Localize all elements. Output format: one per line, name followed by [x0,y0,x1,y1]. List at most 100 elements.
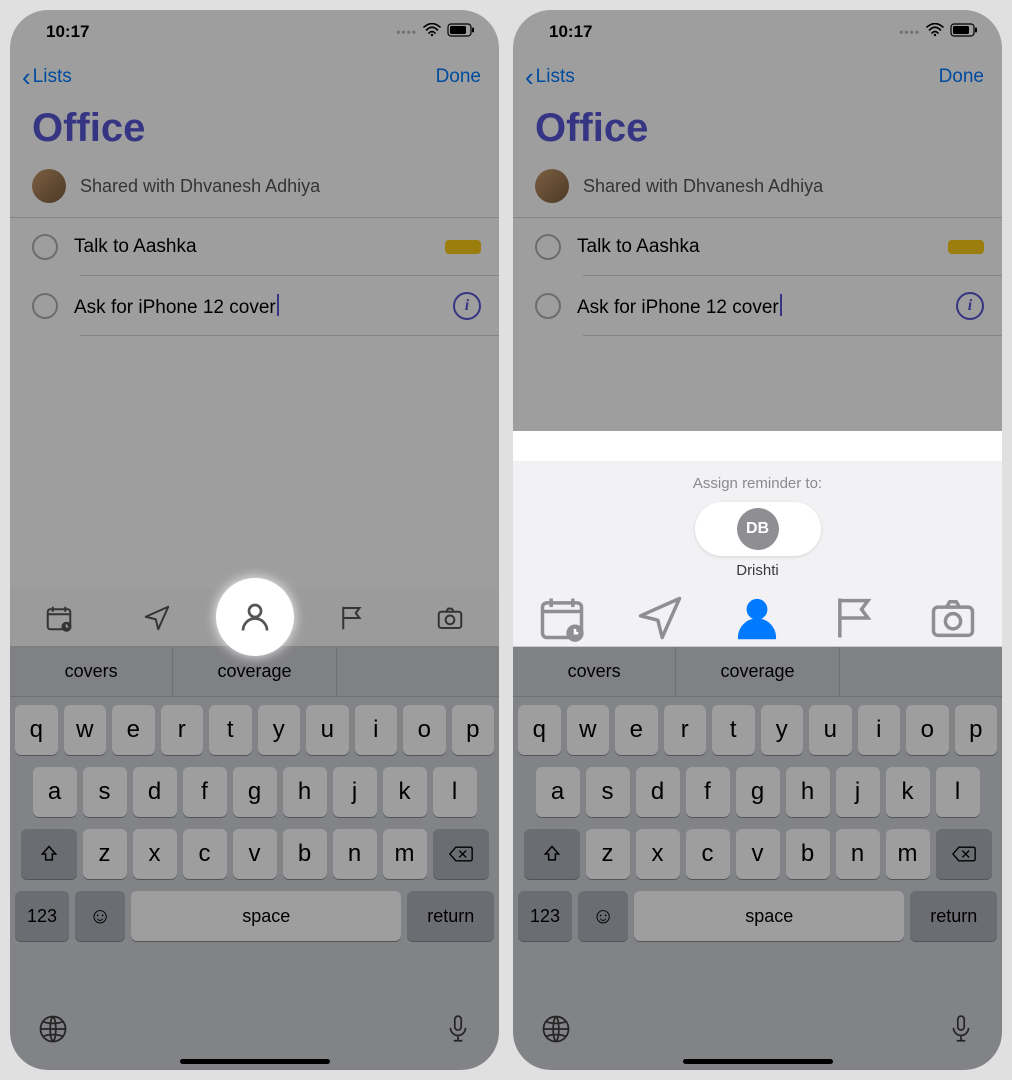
reminder-row-0[interactable]: Talk to Aashka [10,218,499,276]
calendar-button[interactable] [536,592,588,644]
key-a[interactable]: a [33,767,77,817]
key-f[interactable]: f [686,767,730,817]
key-z[interactable]: z [586,829,630,879]
key-space[interactable]: space [131,891,401,941]
key-y[interactable]: y [258,705,301,755]
key-u[interactable]: u [809,705,852,755]
key-x[interactable]: x [133,829,177,879]
reminder-text[interactable]: Talk to Aashka [74,236,429,258]
reminder-text[interactable]: Talk to Aashka [577,236,932,258]
prediction-1[interactable]: coverage [676,647,839,696]
key-123[interactable]: 123 [518,891,572,941]
reminder-row-0[interactable]: Talk to Aashka [513,218,1002,276]
key-j[interactable]: j [333,767,377,817]
key-u[interactable]: u [306,705,349,755]
shared-with-row[interactable]: Shared with Dhvanesh Adhiya [513,161,1002,218]
key-k[interactable]: k [886,767,930,817]
key-d[interactable]: d [636,767,680,817]
done-button[interactable]: Done [436,66,481,88]
assign-person-button[interactable] [731,592,783,644]
assign-option[interactable]: DB [695,502,821,556]
key-g[interactable]: g [233,767,277,817]
home-indicator[interactable] [683,1059,833,1064]
done-button[interactable]: Done [939,66,984,88]
reminder-radio[interactable] [32,293,58,319]
key-b[interactable]: b [786,829,830,879]
key-s[interactable]: s [586,767,630,817]
key-t[interactable]: t [712,705,755,755]
key-d[interactable]: d [133,767,177,817]
key-q[interactable]: q [518,705,561,755]
key-backspace[interactable] [433,829,489,879]
key-v[interactable]: v [736,829,780,879]
key-backspace[interactable] [936,829,992,879]
key-k[interactable]: k [383,767,427,817]
key-shift[interactable] [524,829,580,879]
key-p[interactable]: p [955,705,998,755]
key-m[interactable]: m [383,829,427,879]
globe-icon[interactable] [38,1014,68,1049]
key-w[interactable]: w [567,705,610,755]
location-button[interactable] [131,592,183,644]
key-v[interactable]: v [233,829,277,879]
key-g[interactable]: g [736,767,780,817]
camera-button[interactable] [927,592,979,644]
prediction-0[interactable]: covers [513,647,676,696]
calendar-button[interactable] [33,592,85,644]
keyboard[interactable]: covers coverage q w e r t y u i o p a s … [513,647,1002,1070]
home-indicator[interactable] [180,1059,330,1064]
key-j[interactable]: j [836,767,880,817]
key-s[interactable]: s [83,767,127,817]
globe-icon[interactable] [541,1014,571,1049]
key-l[interactable]: l [433,767,477,817]
key-emoji[interactable]: ☺ [75,891,125,941]
flag-button[interactable] [326,592,378,644]
key-t[interactable]: t [209,705,252,755]
key-b[interactable]: b [283,829,327,879]
key-x[interactable]: x [636,829,680,879]
key-r[interactable]: r [161,705,204,755]
key-123[interactable]: 123 [15,891,69,941]
back-button[interactable]: ‹ Lists [525,64,575,90]
key-m[interactable]: m [886,829,930,879]
key-emoji[interactable]: ☺ [578,891,628,941]
camera-button[interactable] [424,592,476,644]
key-w[interactable]: w [64,705,107,755]
keyboard[interactable]: covers coverage q w e r t y u i o p a s … [10,647,499,1070]
reminder-text[interactable]: Ask for iPhone 12 cover [74,294,437,319]
location-button[interactable] [634,592,686,644]
key-return[interactable]: return [407,891,494,941]
key-o[interactable]: o [906,705,949,755]
key-shift[interactable] [21,829,77,879]
prediction-0[interactable]: covers [10,647,173,696]
key-r[interactable]: r [664,705,707,755]
key-n[interactable]: n [836,829,880,879]
key-n[interactable]: n [333,829,377,879]
key-e[interactable]: e [112,705,155,755]
reminder-radio[interactable] [535,234,561,260]
reminder-row-1[interactable]: Ask for iPhone 12 cover i [513,276,1002,336]
key-i[interactable]: i [355,705,398,755]
key-h[interactable]: h [283,767,327,817]
flag-button[interactable] [829,592,881,644]
reminder-radio[interactable] [32,234,58,260]
back-button[interactable]: ‹ Lists [22,64,72,90]
reminder-row-1[interactable]: Ask for iPhone 12 cover i [10,276,499,336]
key-a[interactable]: a [536,767,580,817]
reminder-radio[interactable] [535,293,561,319]
key-q[interactable]: q [15,705,58,755]
key-h[interactable]: h [786,767,830,817]
key-f[interactable]: f [183,767,227,817]
key-i[interactable]: i [858,705,901,755]
key-e[interactable]: e [615,705,658,755]
info-button[interactable]: i [453,292,481,320]
key-c[interactable]: c [183,829,227,879]
key-return[interactable]: return [910,891,997,941]
shared-with-row[interactable]: Shared with Dhvanesh Adhiya [10,161,499,218]
key-p[interactable]: p [452,705,495,755]
key-c[interactable]: c [686,829,730,879]
info-button[interactable]: i [956,292,984,320]
mic-icon[interactable] [445,1014,471,1049]
key-o[interactable]: o [403,705,446,755]
key-space[interactable]: space [634,891,904,941]
